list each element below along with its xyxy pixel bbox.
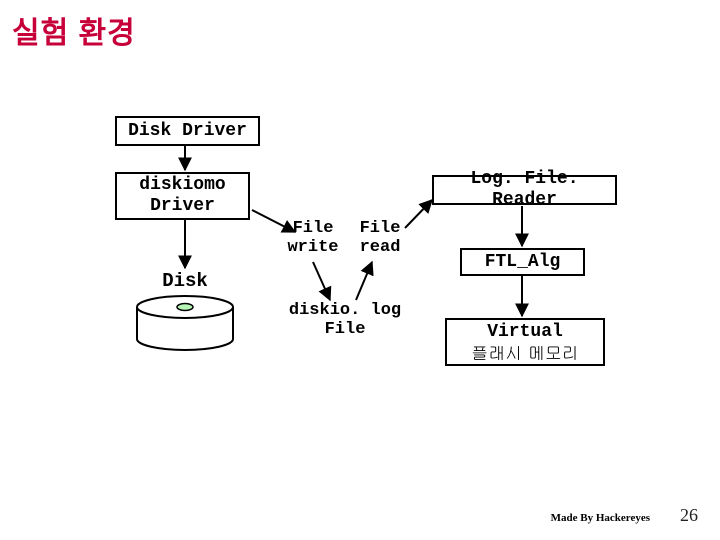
label-disk: Disk [125,270,245,292]
box-diskiomo-driver: diskiomo Driver [115,172,250,220]
label-diskio-log-file: diskio. log File [280,302,410,339]
box-logfile-reader: Log. File. Reader [432,175,617,205]
label-file-read: File read [350,220,410,257]
box-ftl-alg: FTL_Alg [460,248,585,276]
box-disk-driver: Disk Driver [115,116,260,146]
label-file-write: File write [283,220,343,257]
arrows-layer [0,0,720,540]
virtual-flash-line2: 플래시 메모리 [453,343,597,363]
footer-credit: Made By Hackereyes [551,512,650,524]
disk-icon [130,294,240,352]
page-title: 실험 환경 [12,8,136,52]
box-virtual-flash: Virtual 플래시 메모리 [445,318,605,366]
page-number: 26 [680,505,698,526]
disk-shape-group: Disk [125,270,245,357]
